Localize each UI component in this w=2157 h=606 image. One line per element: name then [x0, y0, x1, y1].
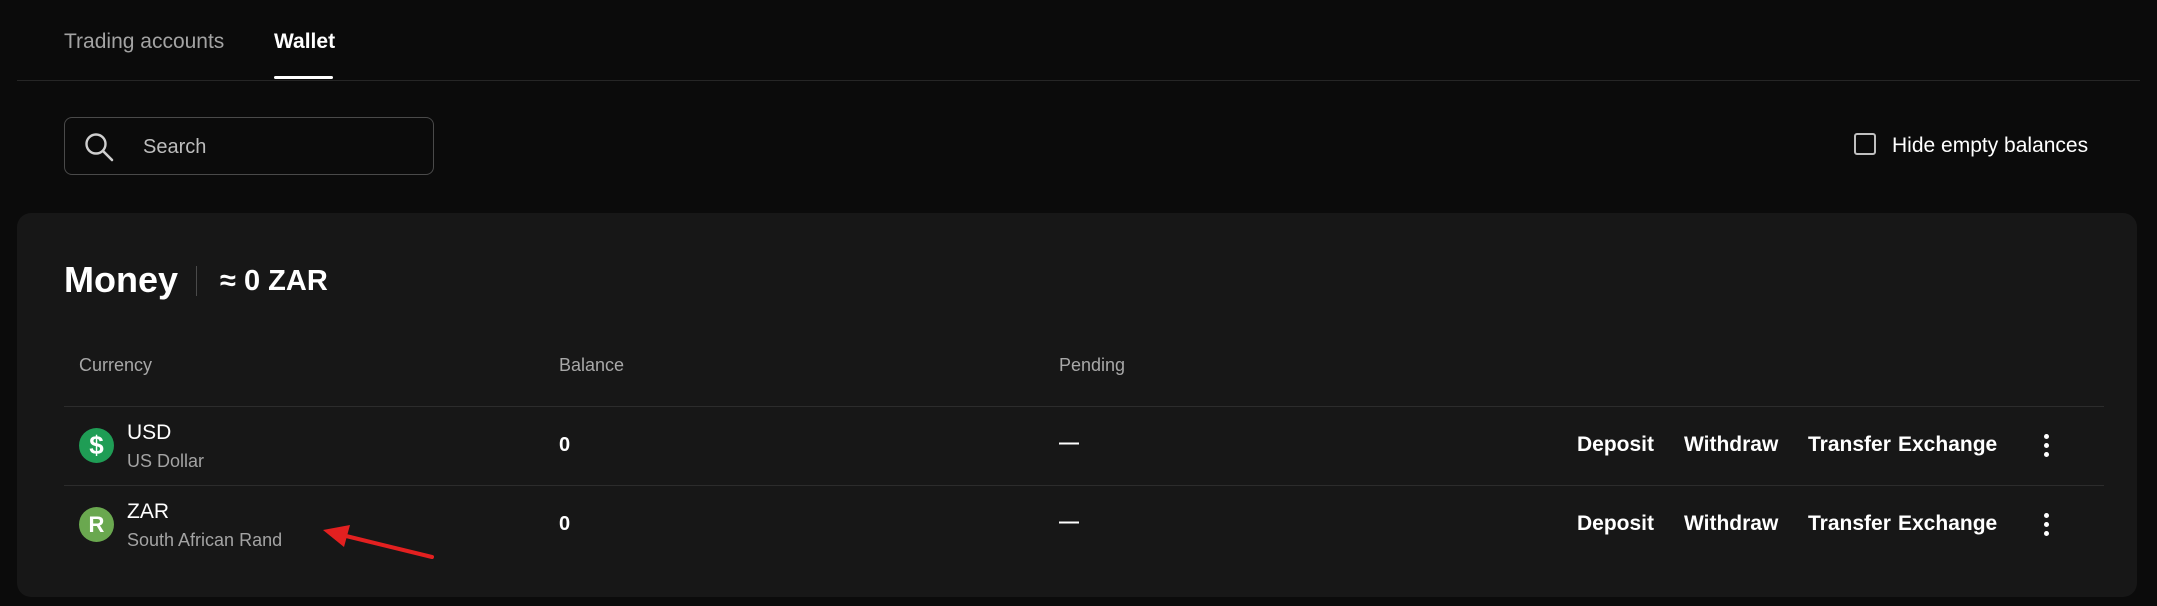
tab-bar: Trading accounts Wallet — [17, 0, 2140, 81]
pending-value: — — [1059, 511, 1079, 533]
hide-empty-checkbox[interactable] — [1854, 133, 1876, 155]
deposit-button[interactable]: Deposit — [1577, 433, 1654, 457]
money-total: ≈ 0 ZAR — [220, 265, 328, 297]
search-input[interactable] — [141, 118, 425, 176]
balance-value: 0 — [559, 434, 571, 456]
transfer-button[interactable]: Transfer — [1808, 433, 1891, 457]
withdraw-button[interactable]: Withdraw — [1684, 512, 1778, 536]
currency-code: USD — [127, 421, 172, 444]
currency-name: US Dollar — [127, 451, 205, 471]
wallet-page: Trading accounts Wallet Hide empty balan… — [0, 0, 2157, 606]
currency-name: South African Rand — [127, 530, 283, 550]
hide-empty-label: Hide empty balances — [1892, 134, 2089, 157]
column-header-currency: Currency — [79, 355, 153, 375]
transfer-button[interactable]: Transfer — [1808, 512, 1891, 536]
deposit-button[interactable]: Deposit — [1577, 512, 1654, 536]
pending-value: — — [1059, 432, 1079, 454]
exchange-button[interactable]: Exchange — [1898, 512, 1997, 536]
search-box[interactable] — [64, 117, 434, 176]
money-title: Money — [64, 259, 179, 300]
title-divider — [196, 266, 197, 296]
table-row-usd: $ USD US Dollar 0 — Deposit Withdraw Tra… — [64, 407, 2104, 486]
annotation-arrow-icon — [323, 525, 434, 559]
tab-trading-accounts[interactable]: Trading accounts — [64, 30, 224, 54]
exchange-button[interactable]: Exchange — [1898, 433, 1997, 457]
more-options-icon[interactable] — [2036, 510, 2056, 540]
column-header-balance: Balance — [559, 355, 625, 375]
tab-wallet[interactable]: Wallet — [274, 30, 335, 54]
more-options-icon[interactable] — [2036, 431, 2056, 461]
currency-code: ZAR — [127, 500, 169, 523]
search-icon — [85, 133, 114, 162]
table-header: Currency Balance Pending — [64, 343, 2104, 407]
balance-value: 0 — [559, 513, 571, 535]
column-header-pending: Pending — [1059, 355, 1126, 375]
withdraw-button[interactable]: Withdraw — [1684, 433, 1778, 457]
active-tab-indicator — [274, 76, 333, 79]
rand-icon: R — [79, 507, 114, 542]
dollar-icon: $ — [79, 428, 114, 463]
